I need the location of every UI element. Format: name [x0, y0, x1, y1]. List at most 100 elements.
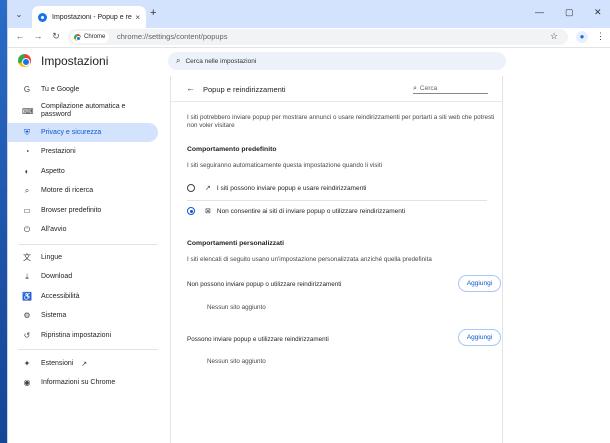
power-icon: ⏻ — [23, 224, 31, 234]
browser-window-icon: ▭ — [23, 206, 31, 215]
blocked-list-empty: Nessun sito aggiunto — [207, 304, 266, 311]
option-divider — [187, 200, 487, 201]
search-icon: ⌕ — [176, 56, 181, 65]
card-description: I siti potrebbero inviare popup per most… — [187, 114, 495, 129]
custom-behavior-subtext: I siti elencati di seguito usano un'impo… — [187, 256, 432, 263]
sidebar-item-label: Informazioni su Chrome — [41, 378, 116, 386]
option-block-label: Non consentire ai siti di inviare popup … — [216, 207, 406, 215]
key-icon: ⌨ — [22, 106, 34, 116]
option-allow-label: I siti possono inviare popup e usare rei… — [216, 184, 367, 192]
sidebar-item-label: Compilazione automatica e password — [41, 103, 126, 118]
sidebar-item-privacy[interactable]: ⛨ Privacy e sicurezza — [8, 123, 158, 142]
shield-icon: ⛨ — [24, 127, 30, 137]
sidebar-item-on-startup[interactable]: ⏻ All'avvio — [8, 220, 158, 239]
sidebar-item-autofill[interactable]: ⌨ Compilazione automatica e password — [8, 100, 158, 122]
sidebar-item-label: Ripristina impostazioni — [41, 331, 112, 339]
sidebar: G Tu e Google ⌨ Compilazione automatica … — [8, 76, 163, 443]
sidebar-item-performance[interactable]: ◔ Prestazioni — [8, 142, 158, 161]
external-link-icon: ↗ — [81, 360, 88, 368]
sidebar-item-label: Browser predefinito — [41, 206, 102, 214]
sidebar-item-label: Privacy e sicurezza — [41, 128, 102, 136]
back-icon[interactable]: ← — [14, 31, 26, 41]
close-window-button[interactable]: ✕ — [594, 7, 602, 18]
settings-favicon-icon — [38, 12, 47, 22]
sidebar-item-label: All'avvio — [41, 225, 67, 233]
close-tab-icon[interactable]: × — [135, 13, 140, 22]
search-icon: ⌕ — [413, 84, 417, 92]
site-info-chip[interactable]: Chrome — [71, 31, 109, 43]
sidebar-item-system[interactable]: ⚙ Sistema — [8, 306, 158, 325]
new-tab-button[interactable]: + — [150, 7, 156, 19]
add-allowed-site-button[interactable]: Aggiungi — [458, 329, 501, 346]
accessibility-icon: ♿ — [22, 292, 32, 301]
popup-settings-card: ← Popup e reindirizzamenti ⌕ Cerca I sit… — [170, 76, 504, 443]
forward-icon[interactable]: → — [32, 31, 44, 41]
sidebar-item-languages[interactable]: 文 Lingue — [8, 248, 158, 267]
sidebar-divider — [18, 244, 158, 245]
option-block-popups[interactable]: ⊠ Non consentire ai siti di inviare popu… — [187, 203, 497, 219]
sidebar-item-extensions[interactable]: ✦ Estensioni ↗ — [8, 354, 158, 373]
external-window-icon: ↗ — [205, 185, 211, 192]
sidebar-item-label: Tu e Google — [41, 85, 80, 93]
card-header: ← Popup e reindirizzamenti ⌕ Cerca — [171, 76, 504, 102]
sidebar-item-default-browser[interactable]: ▭ Browser predefinito — [8, 201, 158, 220]
browser-window: ⌄ Impostazioni - Popup e reindirizzament… — [7, 0, 610, 443]
url-text[interactable]: chrome://settings/content/popups — [117, 32, 227, 41]
chip-label: Chrome — [84, 34, 106, 40]
bookmark-star-icon[interactable]: ☆ — [550, 31, 558, 42]
browser-toolbar: ← → ↻ Chrome chrome://settings/content/p… — [8, 28, 610, 48]
sidebar-item-label: Aspetto — [41, 167, 65, 175]
radio-block[interactable] — [187, 207, 195, 215]
sidebar-item-label: Sistema — [41, 311, 67, 319]
tab-search-icon[interactable]: ⌄ — [12, 8, 26, 22]
settings-search-input[interactable]: ⌕ Cerca nelle impostazioni — [168, 52, 506, 70]
card-title: Popup e reindirizzamenti — [203, 85, 286, 94]
sidebar-item-accessibility[interactable]: ♿ Accessibilità — [8, 287, 158, 306]
reset-icon: ↺ — [23, 331, 31, 340]
right-empty-area — [503, 76, 610, 443]
card-search-placeholder: Cerca — [419, 85, 438, 92]
sidebar-item-appearance[interactable]: ◐ Aspetto — [8, 162, 158, 181]
sidebar-divider — [18, 349, 158, 350]
chrome-icon: ◉ — [23, 378, 31, 387]
sidebar-item-label: Prestazioni — [41, 147, 76, 155]
tab-title: Impostazioni - Popup e reindirizzamenti — [52, 13, 132, 21]
sidebar-item-search-engine[interactable]: ⌕ Motore di ricerca — [8, 181, 158, 200]
profile-avatar-icon[interactable]: ● — [576, 31, 588, 43]
tab-strip: ⌄ Impostazioni - Popup e reindirizzament… — [8, 0, 610, 28]
settings-header: Impostazioni ⌕ Cerca nelle impostazioni — [8, 48, 610, 76]
allowed-list-label: Possono inviare popup e utilizzare reind… — [187, 336, 329, 343]
sidebar-item-label: Estensioni — [41, 359, 74, 367]
palette-icon: ◐ — [24, 167, 30, 176]
maximize-button[interactable]: ▢ — [565, 7, 574, 18]
option-allow-popups[interactable]: ↗ I siti possono inviare popup e usare r… — [187, 180, 497, 196]
chrome-logo-icon — [74, 33, 81, 41]
sidebar-item-about[interactable]: ◉ Informazioni su Chrome — [8, 373, 158, 392]
address-bar[interactable]: Chrome chrome://settings/content/popups … — [68, 29, 568, 45]
back-arrow-icon[interactable]: ← — [186, 83, 195, 93]
allowed-list-empty: Nessun sito aggiunto — [207, 358, 266, 365]
radio-allow[interactable] — [187, 184, 195, 192]
google-icon: G — [23, 85, 31, 94]
minimize-button[interactable]: — — [535, 7, 544, 17]
card-search-input[interactable]: ⌕ Cerca — [413, 84, 488, 94]
tab-settings[interactable]: Impostazioni - Popup e reindirizzamenti … — [32, 6, 146, 28]
puzzle-icon: ✦ — [23, 359, 31, 368]
reload-icon[interactable]: ↻ — [50, 31, 62, 42]
blocked-popup-icon: ⊠ — [205, 208, 211, 215]
search-placeholder: Cerca nelle impostazioni — [185, 57, 257, 65]
translate-icon: 文 — [23, 253, 31, 262]
sidebar-item-label: Download — [41, 272, 73, 280]
blocked-list-label: Non possono inviare popup o utilizzare r… — [187, 281, 342, 288]
chrome-logo-icon — [18, 54, 31, 67]
default-behavior-subtext: I siti seguiranno automaticamente questa… — [187, 162, 382, 169]
sidebar-item-you-and-google[interactable]: G Tu e Google — [8, 80, 158, 99]
more-menu-icon[interactable]: ⋮ — [596, 31, 605, 42]
sidebar-item-label: Accessibilità — [41, 292, 80, 300]
page-title: Impostazioni — [41, 54, 109, 68]
wrench-icon: ⚙ — [23, 311, 31, 320]
add-blocked-site-button[interactable]: Aggiungi — [458, 275, 501, 292]
sidebar-item-reset[interactable]: ↺ Ripristina impostazioni — [8, 326, 158, 345]
sidebar-item-downloads[interactable]: ⤓ Download — [8, 267, 158, 286]
speedometer-icon: ◔ — [24, 147, 30, 156]
